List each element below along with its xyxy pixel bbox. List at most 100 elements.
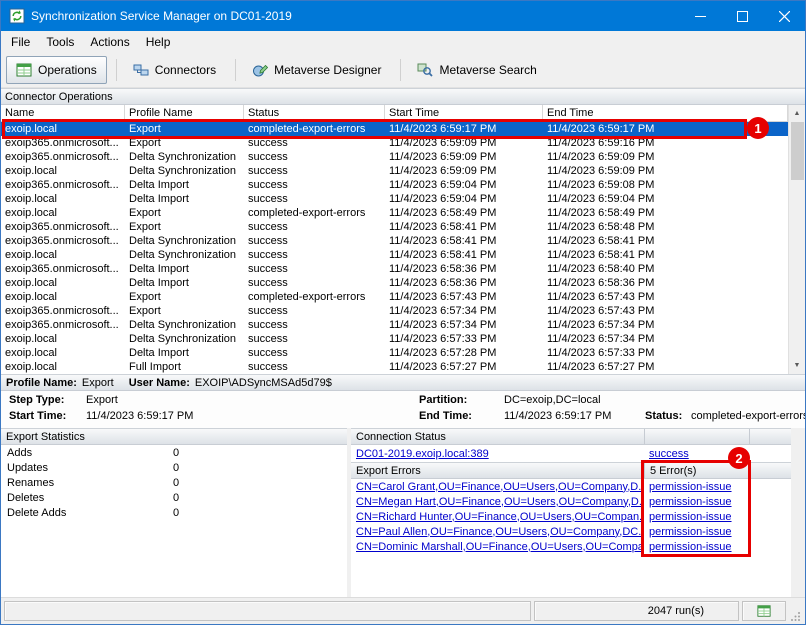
export-error-row: CN=Megan Hart,OU=Finance,OU=Users,OU=Com… xyxy=(351,494,791,509)
error-type-link[interactable]: permission-issue xyxy=(649,541,732,553)
cell-name: exoip365.onmicrosoft... xyxy=(1,263,125,275)
column-header-profile-name[interactable]: Profile Name xyxy=(125,105,244,121)
error-dn-link[interactable]: CN=Megan Hart,OU=Finance,OU=Users,OU=Com… xyxy=(356,496,644,508)
operation-row[interactable]: exoip.localDelta Importsuccess11/4/2023 … xyxy=(1,192,788,206)
operation-row[interactable]: exoip365.onmicrosoft...Delta Synchroniza… xyxy=(1,318,788,332)
operation-row[interactable]: exoip.localExportcompleted-export-errors… xyxy=(1,290,788,304)
column-header-start-time[interactable]: Start Time xyxy=(385,105,543,121)
metaverse-designer-icon xyxy=(252,62,268,78)
export-error-row: CN=Carol Grant,OU=Finance,OU=Users,OU=Co… xyxy=(351,479,791,494)
operations-table-body: exoip.localExportcompleted-export-errors… xyxy=(1,122,788,374)
minimize-button[interactable] xyxy=(679,1,721,31)
cell-name: exoip365.onmicrosoft... xyxy=(1,235,125,247)
cell-start: 11/4/2023 6:57:27 PM xyxy=(385,361,543,373)
error-type-link[interactable]: permission-issue xyxy=(649,511,732,523)
resize-grip[interactable] xyxy=(789,601,801,621)
connection-result-link[interactable]: success xyxy=(649,448,689,460)
operation-row[interactable]: exoip365.onmicrosoft...Delta Synchroniza… xyxy=(1,150,788,164)
cell-name: exoip365.onmicrosoft... xyxy=(1,305,125,317)
user-name-value: EXOIP\ADSyncMSAd5d79$ xyxy=(195,377,332,389)
column-header-end-time[interactable]: End Time xyxy=(543,105,788,121)
operation-row[interactable]: exoip.localExportcompleted-export-errors… xyxy=(1,206,788,220)
connection-server-link[interactable]: DC01-2019.exoip.local:389 xyxy=(356,448,489,460)
operation-detail-fields: Step Type: Export Partition: DC=exoip,DC… xyxy=(1,391,805,428)
window-title: Synchronization Service Manager on DC01-… xyxy=(31,9,679,23)
cell-end: 11/4/2023 6:59:04 PM xyxy=(543,193,788,205)
toolbar-separator xyxy=(400,59,401,81)
table-vertical-scrollbar[interactable]: ▲ ▼ xyxy=(788,105,805,374)
cell-name: exoip365.onmicrosoft... xyxy=(1,221,125,233)
cell-status: success xyxy=(244,193,385,205)
toolbar-button-metaverse-search[interactable]: Metaverse Search xyxy=(407,56,546,84)
error-row-spacer xyxy=(749,524,791,539)
error-type-link[interactable]: permission-issue xyxy=(649,496,732,508)
scroll-up-icon[interactable]: ▲ xyxy=(789,105,806,122)
connection-status-caption: Connection Status xyxy=(351,431,644,443)
status-label: Status: xyxy=(645,410,682,422)
cell-profile: Export xyxy=(125,137,244,149)
operation-row[interactable]: exoip365.onmicrosoft...Exportsuccess11/4… xyxy=(1,220,788,234)
cell-start: 11/4/2023 6:57:34 PM xyxy=(385,305,543,317)
error-type-cell: permission-issue xyxy=(644,481,749,493)
statusbar-runs-panel: 2047 run(s) xyxy=(534,601,739,621)
operation-row[interactable]: exoip365.onmicrosoft...Exportsuccess11/4… xyxy=(1,136,788,150)
cell-profile: Delta Synchronization xyxy=(125,235,244,247)
error-type-link[interactable]: permission-issue xyxy=(649,481,732,493)
error-type-link[interactable]: permission-issue xyxy=(649,526,732,538)
error-dn-link[interactable]: CN=Richard Hunter,OU=Finance,OU=Users,OU… xyxy=(356,511,644,523)
operation-row[interactable]: exoip.localFull Importsuccess11/4/2023 6… xyxy=(1,360,788,374)
operation-row[interactable]: exoip365.onmicrosoft...Exportsuccess11/4… xyxy=(1,304,788,318)
toolbar-separator xyxy=(116,59,117,81)
error-dn-link[interactable]: CN=Dominic Marshall,OU=Finance,OU=Users,… xyxy=(356,541,644,553)
stats-value: 0 xyxy=(173,462,347,474)
error-dn-link[interactable]: CN=Carol Grant,OU=Finance,OU=Users,OU=Co… xyxy=(356,481,644,493)
operation-row[interactable]: exoip.localDelta Synchronizationsuccess1… xyxy=(1,164,788,178)
error-type-cell: permission-issue xyxy=(644,496,749,508)
maximize-button[interactable] xyxy=(721,1,763,31)
stats-value: 0 xyxy=(173,447,347,459)
column-header-status[interactable]: Status xyxy=(244,105,385,121)
cell-start: 11/4/2023 6:58:36 PM xyxy=(385,263,543,275)
operation-row[interactable]: exoip.localDelta Importsuccess11/4/2023 … xyxy=(1,346,788,360)
menu-item-actions[interactable]: Actions xyxy=(82,32,137,52)
cell-end: 11/4/2023 6:57:33 PM xyxy=(543,347,788,359)
close-button[interactable] xyxy=(763,1,805,31)
toolbar-button-metaverse-designer[interactable]: Metaverse Designer xyxy=(242,56,391,84)
toolbar-button-connectors[interactable]: Connectors xyxy=(123,56,226,84)
column-header-name[interactable]: Name xyxy=(1,105,125,121)
scroll-down-icon[interactable]: ▼ xyxy=(789,357,806,374)
cell-name: exoip.local xyxy=(1,277,125,289)
menu-item-file[interactable]: File xyxy=(3,32,38,52)
cell-name: exoip.local xyxy=(1,333,125,345)
operation-row[interactable]: exoip.localDelta Importsuccess11/4/2023 … xyxy=(1,276,788,290)
cell-status: success xyxy=(244,263,385,275)
toolbar: Operations Connectors Metaverse Designer Me… xyxy=(1,53,805,88)
start-time-label: Start Time: xyxy=(9,410,66,422)
cell-status: success xyxy=(244,347,385,359)
operation-row[interactable]: exoip365.onmicrosoft...Delta Importsucce… xyxy=(1,262,788,276)
menu-item-help[interactable]: Help xyxy=(138,32,179,52)
stats-label: Deletes xyxy=(1,492,173,504)
statusbar-grid-button[interactable] xyxy=(742,601,786,621)
toolbar-button-operations[interactable]: Operations xyxy=(6,56,107,84)
cell-status: success xyxy=(244,249,385,261)
cell-profile: Delta Synchronization xyxy=(125,333,244,345)
cell-status: completed-export-errors xyxy=(244,123,385,135)
cell-start: 11/4/2023 6:59:04 PM xyxy=(385,179,543,191)
end-time-value: 11/4/2023 6:59:17 PM xyxy=(504,410,611,422)
stats-value: 0 xyxy=(173,507,347,519)
menu-item-tools[interactable]: Tools xyxy=(38,32,82,52)
error-row-spacer xyxy=(749,479,791,494)
cell-name: exoip.local xyxy=(1,123,125,135)
error-type-cell: permission-issue xyxy=(644,526,749,538)
cell-end: 11/4/2023 6:59:08 PM xyxy=(543,179,788,191)
operation-row[interactable]: exoip.localDelta Synchronizationsuccess1… xyxy=(1,332,788,346)
error-dn-link[interactable]: CN=Paul Allen,OU=Finance,OU=Users,OU=Com… xyxy=(356,526,644,538)
operation-row[interactable]: exoip.localDelta Synchronizationsuccess1… xyxy=(1,248,788,262)
operation-row[interactable]: exoip.localExportcompleted-export-errors… xyxy=(1,122,788,136)
cell-profile: Export xyxy=(125,305,244,317)
scroll-thumb[interactable] xyxy=(791,122,804,180)
cell-end: 11/4/2023 6:58:40 PM xyxy=(543,263,788,275)
operation-row[interactable]: exoip365.onmicrosoft...Delta Synchroniza… xyxy=(1,234,788,248)
operation-row[interactable]: exoip365.onmicrosoft...Delta Importsucce… xyxy=(1,178,788,192)
